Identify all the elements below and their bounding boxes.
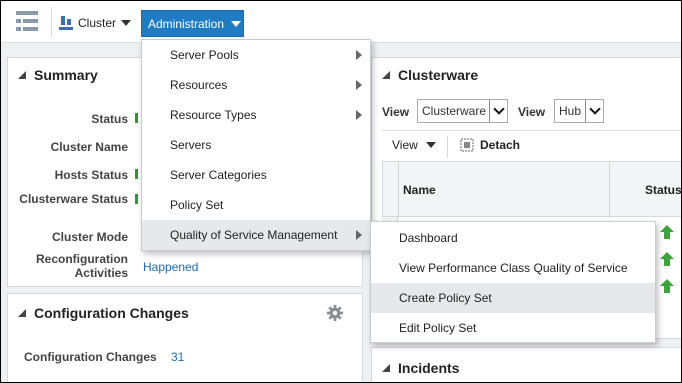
hub-view-select[interactable]: Hub: [554, 99, 604, 123]
configuration-changes-header[interactable]: Configuration Changes: [18, 305, 189, 321]
summary-title: Summary: [34, 67, 98, 83]
menu-item-label: Server Categories: [170, 168, 267, 182]
summary-label-hosts-status: Hosts Status: [54, 168, 128, 182]
chevron-down-icon: [489, 100, 507, 122]
cluster-menu-label: Cluster: [78, 16, 117, 30]
summary-label-reconfiguration-activities: Reconfiguration Activities: [36, 252, 128, 280]
chevron-down-icon: [231, 20, 242, 27]
cluster-icon: [59, 16, 73, 30]
incidents-panel-header[interactable]: Incidents: [382, 360, 459, 376]
table-toolbar-divider: [382, 130, 681, 131]
menu-item-label: Create Policy Set: [399, 291, 492, 305]
table-view-menu[interactable]: View: [392, 138, 436, 152]
menu-item-policy-set[interactable]: Policy Set: [142, 190, 370, 220]
collapse-icon[interactable]: [18, 71, 26, 79]
clusterware-view-select[interactable]: Clusterware: [417, 99, 508, 123]
menu-item-create-policy-set[interactable]: Create Policy Set: [371, 283, 655, 313]
administration-menu-label: Administration: [148, 16, 225, 31]
clusterware-view-value: Clusterware: [422, 104, 487, 118]
configuration-changes-title: Configuration Changes: [34, 305, 189, 321]
configuration-changes-panel: Configuration Changes Configuration Chan…: [7, 293, 363, 382]
menu-item-label: Policy Set: [170, 198, 224, 212]
menu-item-label: Servers: [170, 138, 212, 152]
chevron-down-icon: [585, 100, 603, 122]
qos-submenu: Dashboard View Performance Class Quality…: [370, 221, 656, 343]
detach-icon: [460, 138, 474, 152]
status-up-icon: [135, 113, 139, 123]
view-label: View: [382, 105, 410, 119]
cluster-menu-button[interactable]: Cluster: [59, 11, 132, 35]
gear-icon[interactable]: [326, 304, 344, 322]
chevron-right-icon: [356, 50, 362, 60]
configuration-changes-label: Configuration Changes: [24, 350, 157, 364]
menu-item-dashboard[interactable]: Dashboard: [371, 223, 655, 253]
status-up-arrow-icon: [660, 225, 674, 239]
view-label: View: [518, 105, 546, 119]
menu-item-label: Dashboard: [399, 231, 458, 245]
chevron-right-icon: [356, 230, 362, 240]
summary-label-clusterware-status: Clusterware Status: [19, 192, 128, 206]
collapse-icon[interactable]: [18, 309, 26, 317]
chevron-down-icon: [121, 20, 132, 26]
collapse-icon[interactable]: [382, 364, 390, 372]
summary-panel-header[interactable]: Summary: [18, 67, 98, 83]
hosts-status-up-icon: [135, 169, 139, 179]
clusterware-status-up-icon: [135, 194, 139, 204]
administration-menu-button[interactable]: Administration: [141, 10, 244, 37]
column-header-status[interactable]: Status: [645, 183, 681, 197]
incidents-panel: Incidents: [371, 347, 681, 382]
status-up-arrow-icon: [660, 252, 674, 266]
status-up-arrow-icon: [660, 279, 674, 293]
app-frame: Cluster Administration Summary Status Cl…: [0, 0, 682, 383]
menu-item-label: Server Pools: [170, 48, 239, 62]
navigator-icon[interactable]: [15, 9, 39, 33]
reconfiguration-activities-link[interactable]: Happened: [143, 260, 198, 274]
configuration-changes-count-link[interactable]: 31: [171, 350, 184, 364]
summary-label-cluster-name: Cluster Name: [50, 140, 128, 154]
menu-item-edit-policy-set[interactable]: Edit Policy Set: [371, 313, 655, 343]
menu-item-label: Resource Types: [170, 108, 257, 122]
menu-item-server-categories[interactable]: Server Categories: [142, 160, 370, 190]
menu-item-view-performance-class[interactable]: View Performance Class Quality of Servic…: [371, 253, 655, 283]
menu-item-resource-types[interactable]: Resource Types: [142, 100, 370, 130]
summary-label-status: Status: [91, 112, 128, 126]
menu-item-label: Resources: [170, 78, 228, 92]
table-view-label: View: [392, 138, 418, 152]
menu-item-quality-of-service-management[interactable]: Quality of Service Management: [142, 220, 370, 250]
detach-button[interactable]: Detach: [460, 138, 520, 152]
collapse-icon[interactable]: [382, 71, 390, 79]
top-toolbar: Cluster Administration: [1, 1, 681, 43]
clusterware-title: Clusterware: [398, 67, 479, 83]
hub-view-value: Hub: [559, 104, 582, 118]
menu-item-label: View Performance Class Quality of Servic…: [399, 261, 628, 275]
menu-item-resources[interactable]: Resources: [142, 70, 370, 100]
chevron-right-icon: [356, 110, 362, 120]
summary-label-cluster-mode: Cluster Mode: [51, 230, 128, 244]
menu-item-label: Edit Policy Set: [399, 321, 477, 335]
column-divider: [609, 162, 610, 218]
detach-label: Detach: [480, 138, 521, 152]
clusterware-panel-header[interactable]: Clusterware: [382, 67, 478, 83]
column-header-name[interactable]: Name: [403, 183, 436, 197]
table-toolbar-sep: [447, 136, 448, 158]
chevron-right-icon: [356, 80, 362, 90]
toolbar-divider: [51, 7, 52, 37]
menu-item-server-pools[interactable]: Server Pools: [142, 40, 370, 70]
left-gutter: [383, 162, 399, 218]
incidents-title: Incidents: [398, 360, 460, 376]
clusterware-table-header: Name Status: [382, 161, 681, 218]
menu-item-label: Quality of Service Management: [170, 228, 338, 242]
administration-menu: Server Pools Resources Resource Types Se…: [141, 39, 371, 251]
menu-item-servers[interactable]: Servers: [142, 130, 370, 160]
chevron-down-icon: [425, 142, 436, 148]
